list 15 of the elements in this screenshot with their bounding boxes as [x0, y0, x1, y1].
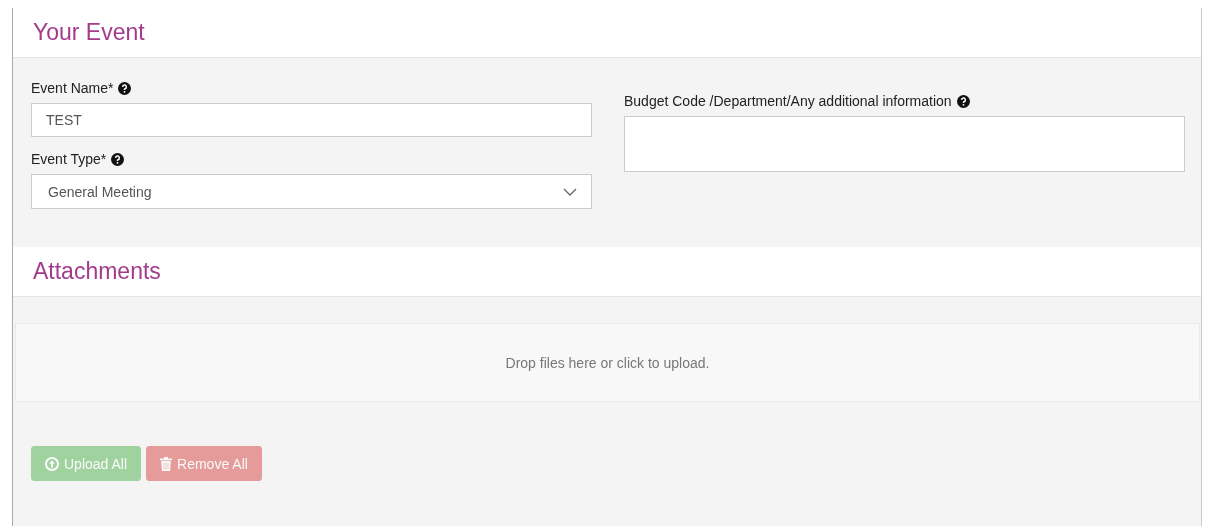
upload-icon — [45, 456, 59, 471]
field-label: Event Type* — [31, 151, 107, 167]
field-label: Budget Code /Department/Any additional information — [624, 93, 952, 109]
section-title: Your Event — [33, 19, 145, 46]
section-title: Attachments — [33, 258, 161, 285]
budget-code-field[interactable] — [624, 116, 1185, 172]
event-name-field[interactable]: TEST — [31, 103, 592, 137]
trash-icon — [160, 456, 173, 471]
help-icon — [956, 94, 970, 108]
help-icon — [118, 81, 132, 95]
help-icon — [111, 152, 125, 166]
event-type-dropdown[interactable]: General Meeting — [31, 174, 592, 209]
chevron-down-icon — [563, 187, 577, 196]
field-label: Event Name* — [31, 80, 114, 96]
file-dropzone[interactable]: Drop files here or click to upload. — [15, 323, 1200, 402]
